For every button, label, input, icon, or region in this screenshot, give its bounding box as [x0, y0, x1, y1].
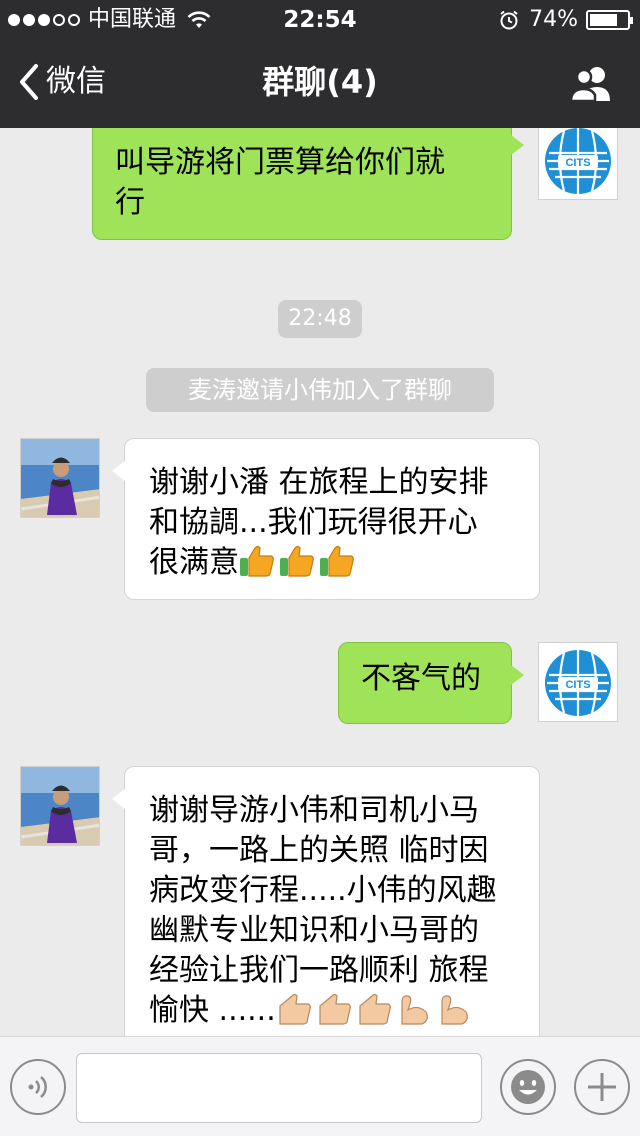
- thumbs-up-light-icon: [359, 993, 391, 1025]
- message-bubble-incoming[interactable]: 谢谢导游小伟和司机小马 哥，一路上的关照 临时因 病改变行程.....小伟的风趣…: [112, 766, 540, 1036]
- people-icon[interactable]: [568, 64, 614, 104]
- message-text-line: 叫导游将门票算给你们就: [115, 145, 445, 180]
- contact-photo-icon: [21, 767, 99, 845]
- thumbs-up-icon: [320, 545, 354, 577]
- thumbs-up-icon: [240, 545, 274, 577]
- message-text-line: 和協調...我们玩得很开心: [149, 505, 478, 540]
- system-notice: 麦涛邀请小伟加入了群聊: [146, 368, 494, 412]
- battery-icon: [586, 10, 633, 30]
- flexed-biceps-icon: [441, 995, 468, 1025]
- voice-button[interactable]: [10, 1059, 66, 1115]
- chat-area[interactable]: 叫导游将门票算给你们就 行 CITS 22:48 麦涛邀请小伟加入了群聊 谢谢小…: [0, 128, 640, 1036]
- battery-fill: [590, 14, 617, 26]
- status-bar: 中国联通 22:54 74%: [0, 0, 640, 40]
- cits-logo-icon: CITS: [539, 128, 617, 199]
- nav-bar: 微信 群聊(4): [0, 40, 640, 128]
- message-text-line: 行: [115, 185, 145, 220]
- message-text-line: 经验让我们一路顺利 旅程: [149, 953, 489, 988]
- cits-logo-text: CITS: [565, 157, 590, 169]
- voice-icon: [28, 1076, 47, 1098]
- battery-group: 74%: [499, 7, 633, 33]
- alarm-icon: [500, 10, 518, 30]
- thumbs-up-light-icon: [319, 993, 351, 1025]
- message-text-line: 不客气的: [361, 661, 481, 696]
- battery-percent: 74%: [529, 7, 578, 32]
- thumbs-up-icon: [280, 545, 314, 577]
- timestamp-pill: 22:48: [278, 300, 362, 338]
- smiley-icon: [511, 1070, 545, 1104]
- message-text-line: 病改变行程.....小伟的风趣: [149, 873, 497, 908]
- message-text-line: 谢谢小潘 在旅程上的安排: [149, 465, 489, 500]
- message-bubble-outgoing[interactable]: 叫导游将门票算给你们就 行: [92, 128, 524, 240]
- contact-photo-icon: [21, 439, 99, 517]
- cits-logo-icon: CITS: [539, 643, 617, 721]
- cits-logo-text: CITS: [565, 679, 590, 691]
- input-bar: [0, 1036, 640, 1136]
- plus-icon: [588, 1073, 616, 1101]
- thumbs-up-light-icon: [279, 993, 311, 1025]
- message-input[interactable]: [76, 1053, 482, 1123]
- avatar-self[interactable]: CITS: [538, 642, 618, 722]
- message-text-line: 幽默专业知识和小马哥的: [149, 913, 479, 948]
- message-text-line: 哥，一路上的关照 临时因: [149, 833, 489, 868]
- message-text-line: 很满意: [149, 545, 239, 580]
- message-text-line: 愉快 ......: [149, 993, 276, 1028]
- avatar-self[interactable]: CITS: [538, 128, 618, 200]
- message-bubble-outgoing[interactable]: 不客气的: [338, 642, 524, 724]
- message-bubble-incoming[interactable]: 谢谢小潘 在旅程上的安排 和協調...我们玩得很开心 很满意: [112, 438, 540, 600]
- avatar-contact[interactable]: [20, 438, 100, 518]
- message-text-line: 谢谢导游小伟和司机小马: [149, 793, 479, 828]
- emoji-button[interactable]: [500, 1059, 556, 1115]
- page-title: 群聊(4): [262, 63, 378, 101]
- avatar-contact[interactable]: [20, 766, 100, 846]
- flexed-biceps-icon: [401, 995, 428, 1025]
- more-button[interactable]: [574, 1059, 630, 1115]
